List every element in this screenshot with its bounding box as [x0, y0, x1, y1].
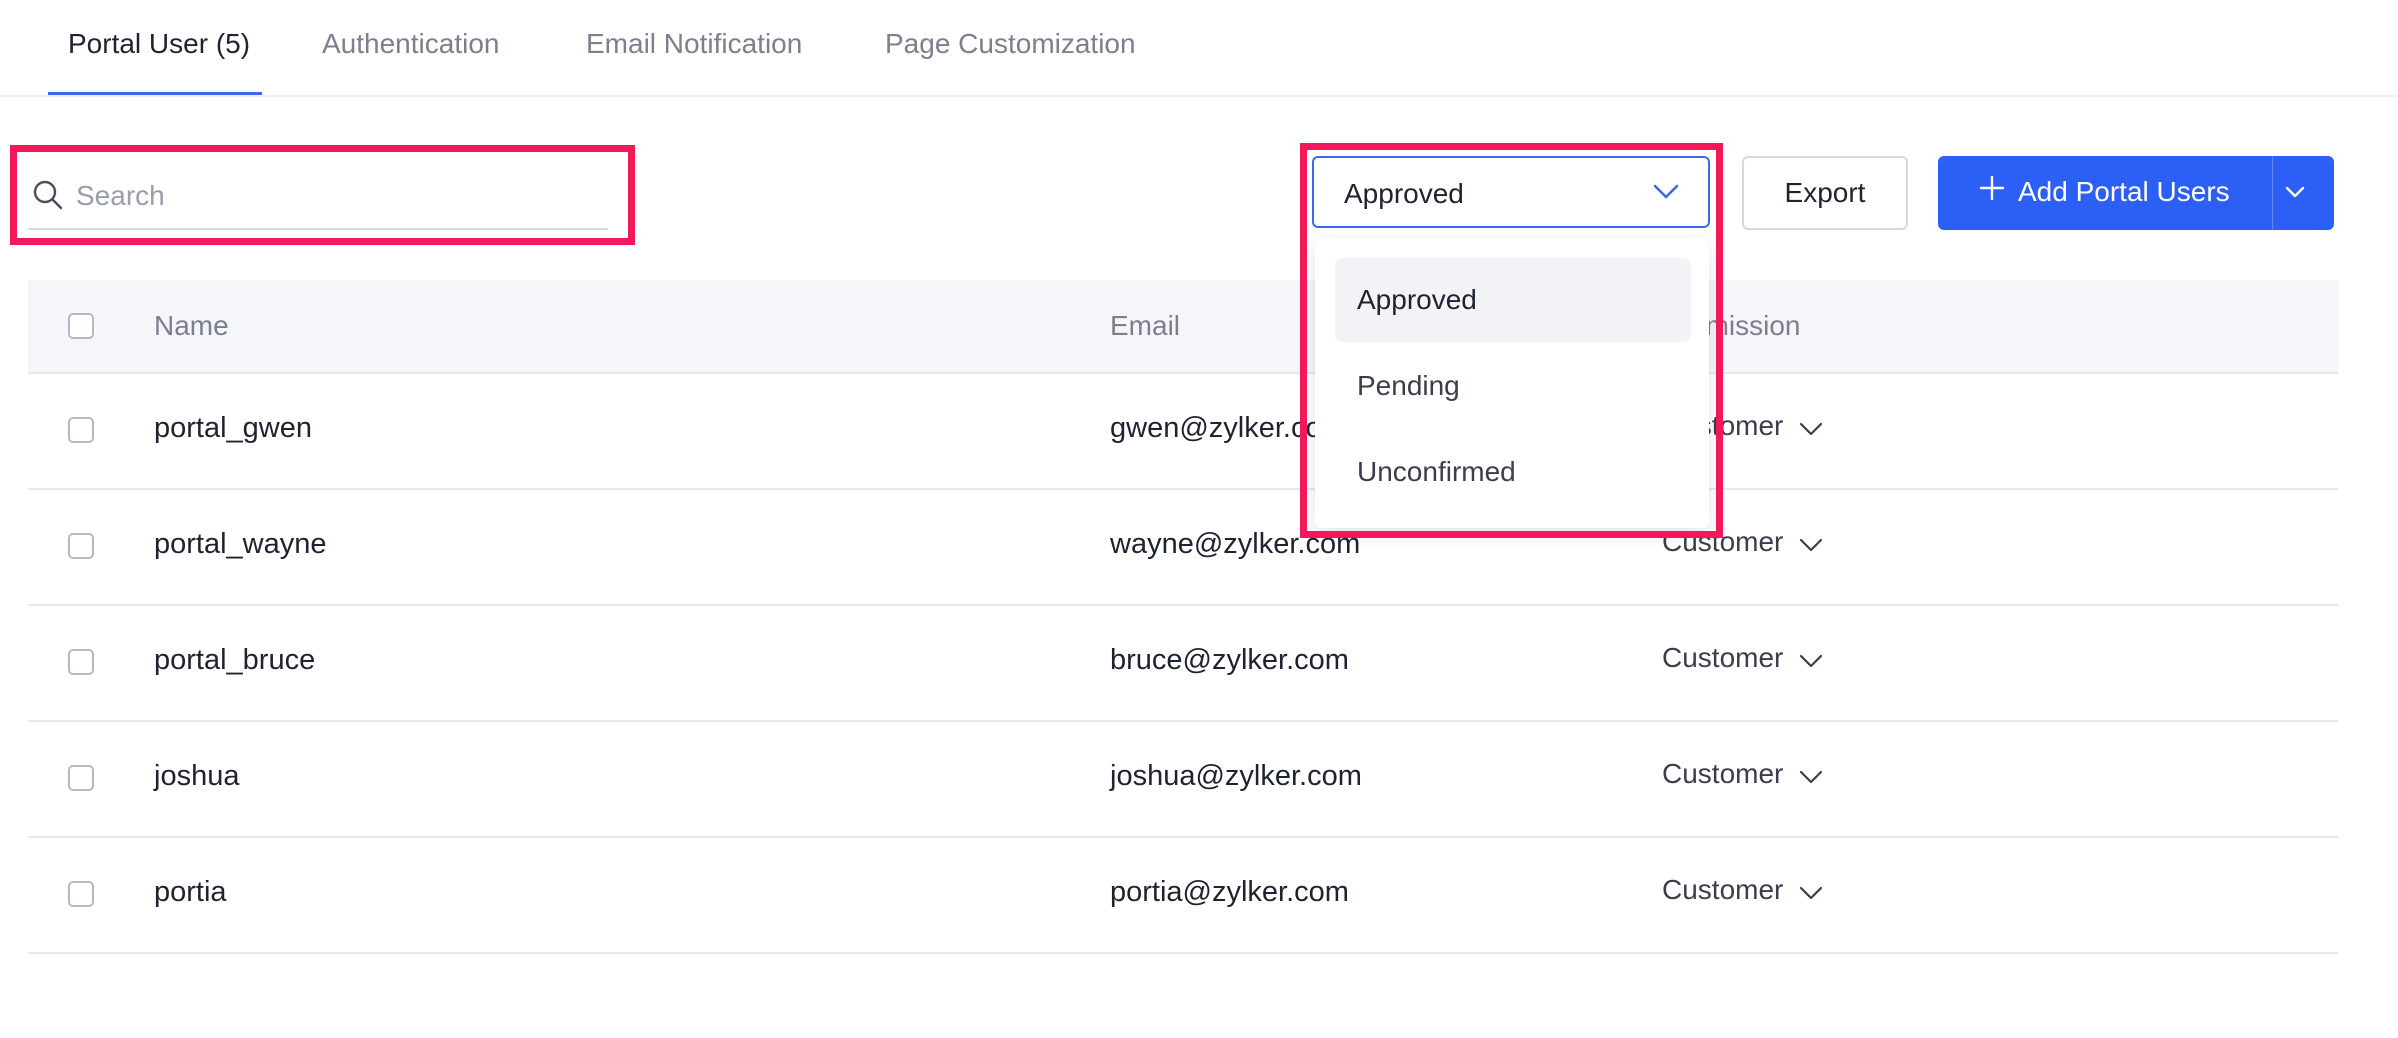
row-checkbox[interactable] — [68, 649, 94, 675]
plus-icon — [1979, 175, 2005, 201]
tab-page-customization[interactable]: Page Customization — [885, 28, 1136, 60]
table-row[interactable]: joshua joshua@zylker.com Customer — [28, 720, 2338, 838]
table-row[interactable]: portal_wayne wayne@zylker.com Customer — [28, 488, 2338, 606]
tab-email-notification[interactable]: Email Notification — [586, 28, 802, 60]
row-checkbox[interactable] — [68, 533, 94, 559]
search-icon — [33, 180, 63, 210]
export-button[interactable]: Export — [1742, 156, 1908, 230]
column-header-name[interactable]: Name — [154, 310, 229, 342]
chevron-down-icon[interactable] — [2284, 184, 2306, 200]
row-checkbox[interactable] — [68, 765, 94, 791]
row-checkbox[interactable] — [68, 881, 94, 907]
user-name: joshua — [154, 760, 240, 792]
search-field[interactable] — [28, 170, 608, 230]
row-checkbox[interactable] — [68, 417, 94, 443]
table-row[interactable]: portal_bruce bruce@zylker.com Customer — [28, 604, 2338, 722]
user-name: portal_bruce — [154, 644, 316, 676]
tab-bar: Portal User (5) Authentication Email Not… — [0, 0, 2398, 97]
add-portal-users-label: Add Portal Users — [2018, 176, 2230, 207]
chevron-down-icon[interactable] — [1798, 420, 1824, 438]
filter-highlight-box — [1300, 143, 1723, 538]
user-email: bruce@zylker.com — [1110, 644, 1349, 676]
user-name: portia — [154, 876, 227, 908]
user-name: portal_wayne — [154, 528, 327, 560]
chevron-down-icon[interactable] — [1798, 652, 1824, 670]
chevron-down-icon[interactable] — [1798, 768, 1824, 786]
active-tab-indicator — [48, 92, 262, 95]
user-name: portal_gwen — [154, 412, 312, 444]
chevron-down-icon[interactable] — [1798, 884, 1824, 902]
tab-portal-user[interactable]: Portal User (5) — [68, 28, 250, 60]
permission-select[interactable]: Customer — [1662, 758, 1783, 790]
table-row[interactable]: portal_gwen gwen@zylker.com Customer — [28, 372, 2338, 490]
chevron-down-icon[interactable] — [1798, 536, 1824, 554]
user-email: joshua@zylker.com — [1110, 760, 1362, 792]
permission-select[interactable]: Customer — [1662, 874, 1783, 906]
tab-authentication[interactable]: Authentication — [322, 28, 499, 60]
split-divider — [2272, 156, 2273, 230]
user-email: portia@zylker.com — [1110, 876, 1349, 908]
column-header-email[interactable]: Email — [1110, 310, 1180, 342]
select-all-checkbox[interactable] — [68, 313, 94, 339]
add-portal-users-button[interactable]: Add Portal Users — [1938, 156, 2334, 230]
permission-select[interactable]: Customer — [1662, 642, 1783, 674]
table-header: Name Email Permission — [28, 280, 2338, 374]
table-row[interactable]: portia portia@zylker.com Customer — [28, 836, 2338, 954]
search-input[interactable] — [76, 170, 596, 222]
